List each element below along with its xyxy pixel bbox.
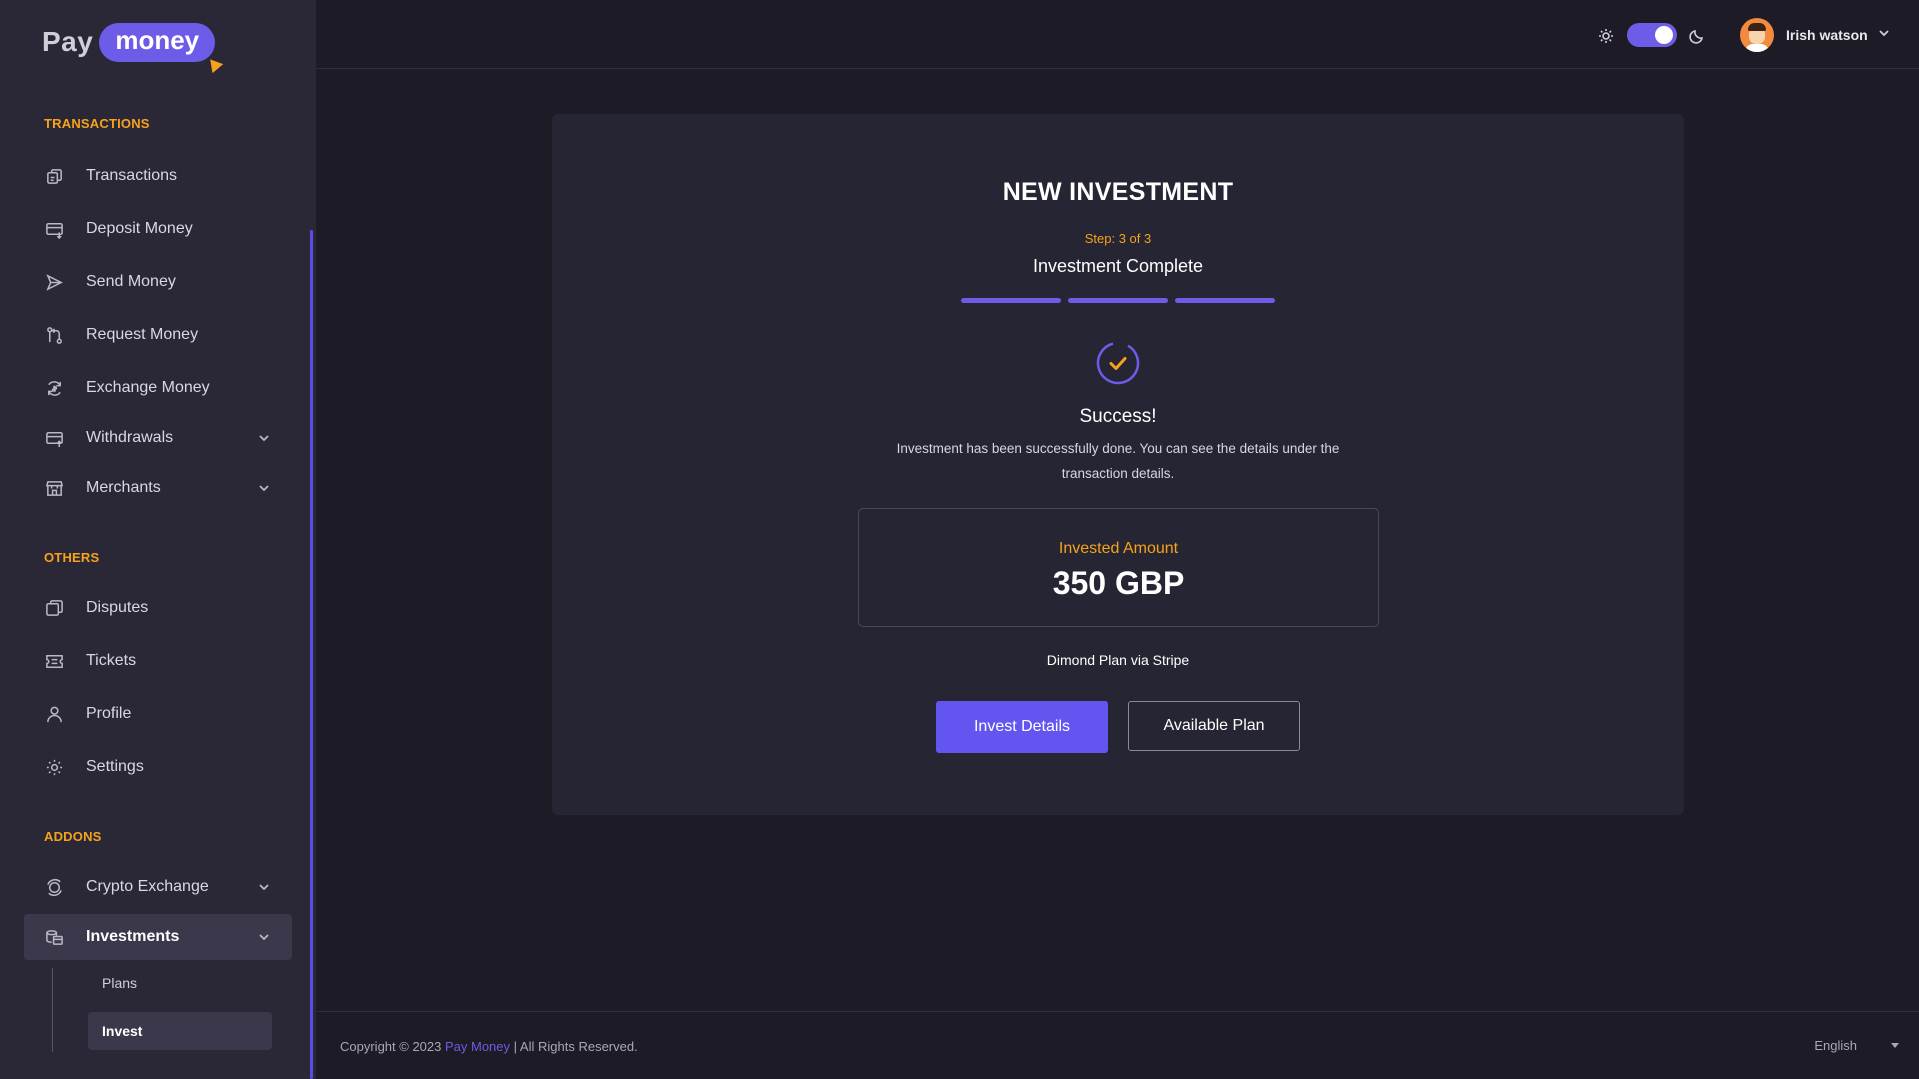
logo-text-money: money [115, 24, 200, 55]
sidebar-item-deposit-money[interactable]: Deposit Money [24, 206, 292, 252]
invested-amount-value: 350 GBP [1052, 565, 1185, 601]
deposit-icon [44, 219, 64, 239]
step-title: Investment Complete [1032, 256, 1204, 276]
section-title-others: OTHERS [44, 550, 100, 565]
sidebar-scrollbar[interactable] [310, 230, 313, 1079]
section-title-addons: ADDONS [44, 829, 102, 844]
sun-icon [1598, 28, 1614, 49]
theme-toggle[interactable] [1627, 23, 1677, 47]
sidebar-item-disputes[interactable]: Disputes [24, 585, 292, 631]
sidebar-item-label: Transactions [86, 167, 177, 184]
investment-card: NEW INVESTMENT Step: 3 of 3 Investment C… [552, 114, 1684, 815]
progress-step-2 [1068, 298, 1168, 303]
request-icon [44, 325, 64, 345]
chevron-down-icon [1878, 26, 1890, 44]
step-label: Step: 3 of 3 [1084, 231, 1152, 246]
sidebar-item-request-money[interactable]: Request Money [24, 312, 292, 358]
logo-badge-money: money [99, 22, 224, 73]
disputes-icon [44, 598, 64, 618]
sidebar-item-transactions[interactable]: Transactions [24, 153, 292, 199]
sidebar-item-profile[interactable]: Profile [24, 691, 292, 737]
sidebar-item-exchange-money[interactable]: Exchange Money [24, 365, 292, 411]
invest-details-button[interactable]: Invest Details [936, 701, 1108, 753]
sidebar-item-crypto-exchange[interactable]: Crypto Exchange [24, 864, 292, 910]
sidebar-item-label: Request Money [86, 326, 199, 343]
submenu-line [52, 968, 53, 1052]
user-menu[interactable]: Irish watson [1740, 17, 1890, 53]
user-icon [44, 704, 64, 724]
available-plan-button[interactable]: Available Plan [1128, 701, 1300, 751]
topbar: Irish watson [316, 0, 1919, 69]
copyright-text: Copyright © 2023 Pay Money | All Rights … [340, 1039, 638, 1054]
footer: Copyright © 2023 Pay Money | All Rights … [316, 1011, 1919, 1079]
plan-payment-method: Dimond Plan via Stripe [1046, 652, 1190, 668]
ticket-icon [44, 651, 64, 671]
language-select[interactable]: English [1814, 1038, 1899, 1053]
sidebar-subitem-invest[interactable]: Invest [88, 1012, 272, 1050]
avatar [1740, 18, 1774, 52]
sidebar-item-label: Settings [86, 758, 144, 775]
sidebar-item-label: Withdrawals [86, 429, 174, 446]
chevron-down-icon [258, 431, 270, 449]
chevron-down-icon [258, 481, 270, 499]
sidebar-item-investments[interactable]: Investments [24, 914, 292, 960]
investments-icon [44, 927, 64, 947]
sidebar-item-label: Send Money [86, 273, 176, 290]
send-icon [44, 272, 64, 292]
logo[interactable]: Pay money [42, 20, 224, 73]
sidebar-item-label: Exchange Money [86, 379, 210, 396]
crypto-icon [44, 877, 64, 897]
invested-amount-box: Invested Amount 350 GBP [858, 508, 1379, 627]
success-title: Success! [1079, 406, 1157, 427]
invested-amount-label: Invested Amount [1058, 540, 1179, 557]
sidebar-item-withdrawals[interactable]: Withdrawals [24, 415, 292, 461]
section-title-transactions: TRANSACTIONS [44, 116, 150, 131]
merchant-icon [44, 478, 64, 498]
sidebar-item-label: Crypto Exchange [86, 878, 209, 895]
sidebar-item-label: Profile [86, 705, 132, 722]
chevron-down-icon [258, 930, 270, 948]
chevron-down-icon [258, 880, 270, 898]
moon-icon [1689, 28, 1705, 49]
step-progress [961, 298, 1275, 303]
withdraw-icon [44, 428, 64, 448]
sidebar-item-send-money[interactable]: Send Money [24, 259, 292, 305]
sidebar-item-merchants[interactable]: Merchants [24, 465, 292, 511]
page-title: NEW INVESTMENT [1002, 178, 1234, 206]
success-message: Investment has been successfully done. Y… [896, 441, 1340, 481]
sidebar-item-settings[interactable]: Settings [24, 744, 292, 790]
copyright-prefix: Copyright © 2023 [340, 1039, 442, 1054]
progress-step-1 [961, 298, 1061, 303]
sidebar-item-label: Disputes [86, 599, 149, 616]
toggle-knob [1655, 26, 1673, 44]
sidebar-item-label: Deposit Money [86, 220, 193, 237]
sidebar-subitem-plans[interactable]: Plans [88, 964, 272, 1002]
copyright-suffix: | All Rights Reserved. [513, 1039, 638, 1054]
brand-link[interactable]: Pay Money [445, 1039, 510, 1054]
success-check-icon [1095, 340, 1141, 386]
logo-text-pay: Pay [42, 26, 94, 57]
caret-down-icon [1891, 1043, 1899, 1048]
user-name: Irish watson [1786, 27, 1868, 43]
progress-step-3 [1175, 298, 1275, 303]
logo-cursor-icon [204, 54, 224, 73]
sidebar-item-label: Merchants [86, 479, 161, 496]
transactions-icon [44, 166, 64, 186]
exchange-icon [44, 378, 64, 398]
sidebar-item-tickets[interactable]: Tickets [24, 638, 292, 684]
sidebar-item-label: Investments [86, 928, 180, 945]
gear-icon [44, 757, 64, 777]
sidebar-item-label: Tickets [86, 652, 137, 669]
language-value: English [1814, 1038, 1857, 1053]
sidebar: Pay money TRANSACTIONS Transactions Depo… [0, 0, 316, 1079]
